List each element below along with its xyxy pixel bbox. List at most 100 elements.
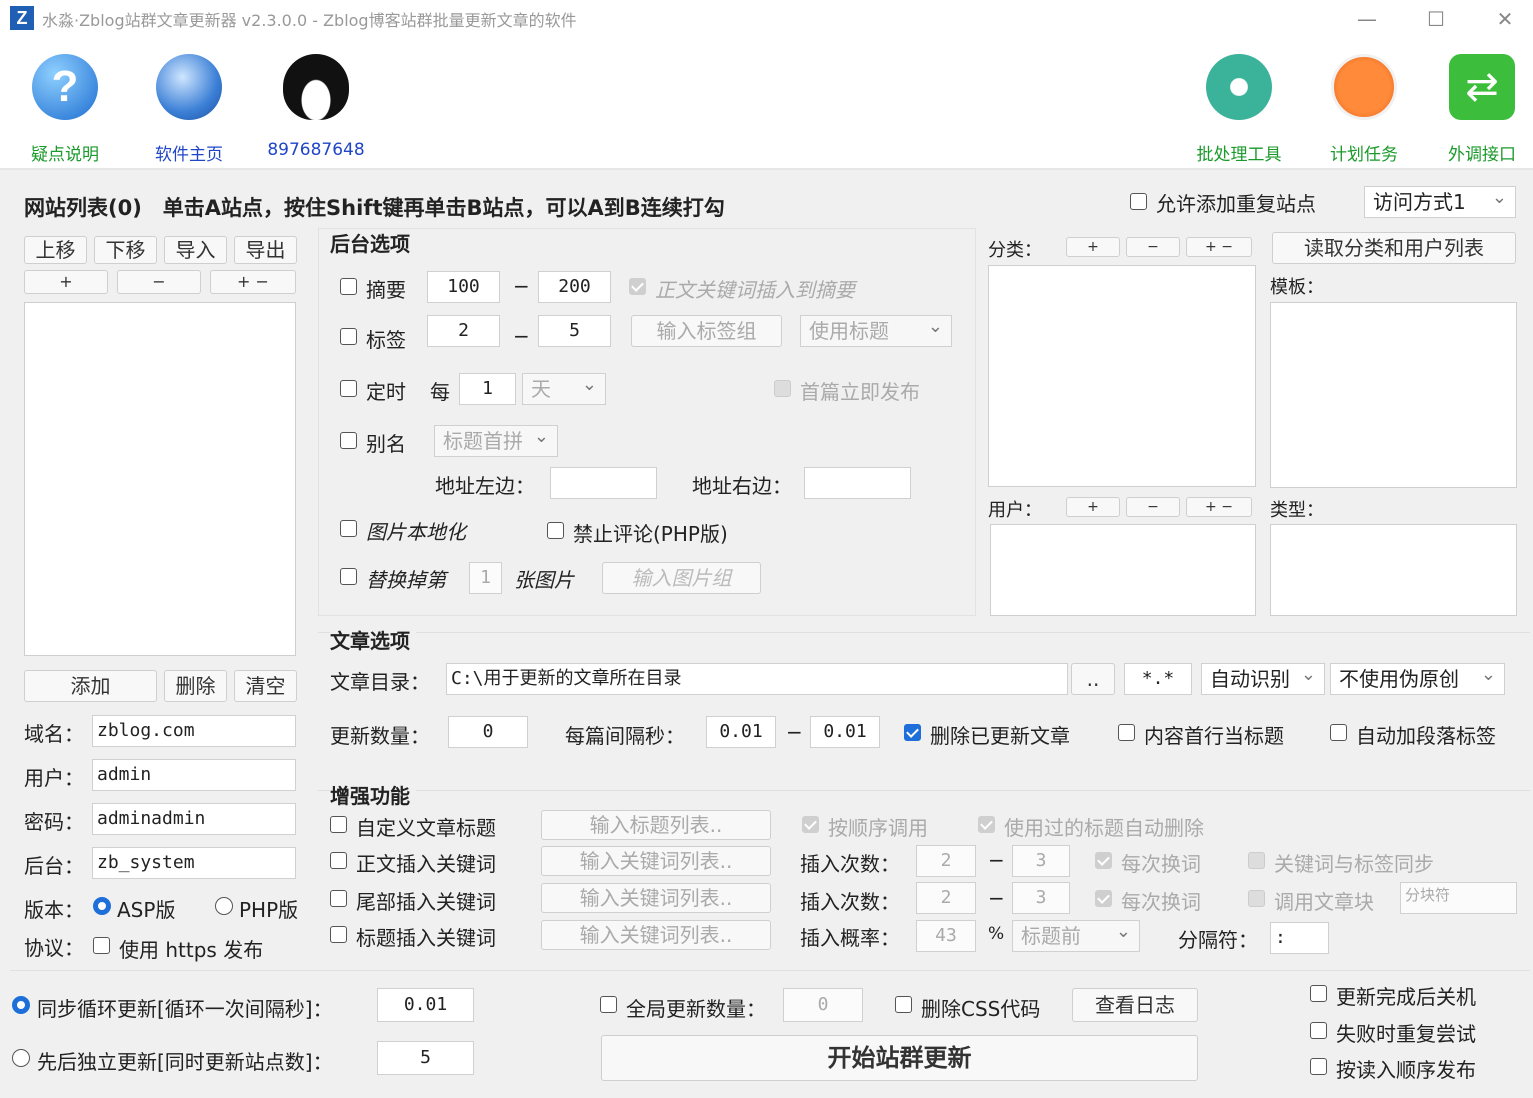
url-right-input[interactable]	[804, 467, 911, 499]
summary-kw-checkbox[interactable]	[629, 278, 646, 295]
article-dir-input[interactable]: C:\用于更新的文章所在目录	[446, 663, 1068, 695]
insert-count-2-max[interactable]: 3	[1012, 882, 1070, 914]
tags-min-input[interactable]: 2	[427, 315, 500, 347]
retry-checkbox[interactable]	[1310, 1022, 1327, 1039]
move-up-button[interactable]: 上移	[24, 236, 87, 264]
sync-loop-radio[interactable]	[12, 996, 30, 1014]
no-comment-checkbox[interactable]	[547, 522, 564, 539]
concurrent-sites-input[interactable]: 5	[377, 1041, 474, 1075]
block-sep-input[interactable]: 分块符	[1400, 882, 1517, 914]
kw-tag-sync-checkbox[interactable]	[1248, 852, 1265, 869]
independent-radio[interactable]	[12, 1049, 30, 1067]
global-count-checkbox[interactable]	[600, 996, 617, 1013]
category-list[interactable]	[988, 265, 1256, 487]
fetch-categories-button[interactable]: 读取分类和用户列表	[1272, 232, 1516, 264]
site-minus-button[interactable]: −	[117, 270, 201, 294]
insert-count-1-min[interactable]: 2	[916, 845, 976, 877]
interval-max-input[interactable]: 0.01	[810, 716, 880, 748]
move-down-button[interactable]: 下移	[94, 236, 157, 264]
php-radio[interactable]	[215, 897, 233, 915]
schedule-tool[interactable]: 计划任务	[1309, 38, 1419, 165]
every-input[interactable]: 1	[459, 373, 516, 405]
unit-select[interactable]: 天	[522, 370, 606, 405]
title-list-button[interactable]: 输入标题列表..	[541, 810, 771, 840]
each-change-1-checkbox[interactable]	[1095, 852, 1112, 869]
close-button[interactable]: ✕	[1485, 4, 1525, 34]
user-plusminus-button[interactable]: + −	[1186, 497, 1252, 517]
file-ext-input[interactable]: *.*	[1124, 663, 1192, 695]
pseudo-original-select[interactable]: 不使用伪原创	[1330, 660, 1505, 695]
del-css-checkbox[interactable]	[895, 996, 912, 1013]
maximize-button[interactable]: ☐	[1416, 4, 1456, 34]
title-kw-checkbox[interactable]	[330, 926, 347, 943]
asp-radio[interactable]	[93, 897, 111, 915]
cat-plus-button[interactable]: +	[1066, 237, 1120, 257]
https-checkbox[interactable]	[93, 937, 110, 954]
help-tool[interactable]: ? 疑点说明	[10, 38, 120, 165]
export-button[interactable]: 导出	[234, 236, 297, 264]
cat-plusminus-button[interactable]: + −	[1186, 237, 1252, 257]
insert-prob-input[interactable]: 43	[916, 920, 976, 952]
tags-checkbox[interactable]	[340, 328, 357, 345]
call-block-checkbox[interactable]	[1248, 890, 1265, 907]
url-left-input[interactable]	[550, 467, 657, 499]
read-order-checkbox[interactable]	[1310, 1058, 1327, 1075]
site-list[interactable]	[24, 302, 296, 656]
replace-checkbox[interactable]	[340, 568, 357, 585]
global-count-input[interactable]: 0	[783, 988, 863, 1022]
first-publish-checkbox[interactable]	[774, 380, 791, 397]
update-count-input[interactable]: 0	[448, 716, 528, 748]
shutdown-checkbox[interactable]	[1310, 985, 1327, 1002]
user-minus-button[interactable]: −	[1126, 497, 1180, 517]
clear-sites-button[interactable]: 清空	[234, 670, 297, 702]
custom-title-checkbox[interactable]	[330, 816, 347, 833]
tag-mode-select[interactable]: 使用标题	[800, 312, 952, 347]
view-log-button[interactable]: 查看日志	[1072, 988, 1198, 1022]
insert-count-2-min[interactable]: 2	[916, 882, 976, 914]
backend-input[interactable]: zb_system	[92, 847, 296, 879]
sync-interval-input[interactable]: 0.01	[377, 988, 474, 1022]
alias-mode-select[interactable]: 标题首拼	[434, 422, 558, 457]
site-plusminus-button[interactable]: + −	[210, 270, 296, 294]
auto-delete-checkbox[interactable]	[978, 816, 995, 833]
start-update-button[interactable]: 开始站群更新	[601, 1035, 1198, 1081]
each-change-2-checkbox[interactable]	[1095, 890, 1112, 907]
template-list[interactable]	[1270, 302, 1517, 488]
alias-checkbox[interactable]	[340, 432, 357, 449]
body-kw-checkbox[interactable]	[330, 852, 347, 869]
site-plus-button[interactable]: +	[24, 270, 108, 294]
interval-min-input[interactable]: 0.01	[706, 716, 776, 748]
home-tool[interactable]: 软件主页	[134, 38, 244, 165]
pic-group-button[interactable]: 输入图片组	[602, 562, 761, 594]
import-button[interactable]: 导入	[164, 236, 227, 264]
domain-input[interactable]: zblog.com	[92, 715, 296, 747]
tail-kw-checkbox[interactable]	[330, 890, 347, 907]
summary-max-input[interactable]: 200	[538, 271, 611, 303]
browse-dir-button[interactable]: ..	[1071, 663, 1115, 695]
password-input[interactable]: adminadmin	[92, 803, 296, 835]
api-tool[interactable]: ⇄ 外调接口	[1427, 38, 1533, 165]
timer-checkbox[interactable]	[340, 380, 357, 397]
access-mode-select[interactable]: 访问方式1	[1364, 183, 1516, 218]
tag-group-button[interactable]: 输入标签组	[631, 315, 782, 347]
sep-input[interactable]: :	[1270, 922, 1329, 954]
auto-p-checkbox[interactable]	[1330, 724, 1347, 741]
kw-position-select[interactable]: 标题前	[1012, 917, 1140, 952]
replace-n-input[interactable]: 1	[469, 562, 502, 594]
users-list[interactable]	[990, 524, 1256, 616]
summary-checkbox[interactable]	[340, 278, 357, 295]
local-img-checkbox[interactable]	[340, 520, 357, 537]
allow-dup-checkbox[interactable]	[1130, 193, 1147, 210]
in-order-checkbox[interactable]	[802, 816, 819, 833]
qq-tool[interactable]: 897687648	[261, 38, 371, 160]
add-site-button[interactable]: 添加	[24, 670, 157, 702]
delete-updated-checkbox[interactable]	[904, 724, 921, 741]
body-kw-list-button[interactable]: 输入关键词列表..	[541, 846, 771, 876]
user-plus-button[interactable]: +	[1066, 497, 1120, 517]
tags-max-input[interactable]: 5	[538, 315, 611, 347]
summary-min-input[interactable]: 100	[427, 271, 500, 303]
batch-tool[interactable]: 批处理工具	[1184, 38, 1294, 165]
type-list[interactable]	[1270, 524, 1517, 616]
minimize-button[interactable]: —	[1347, 4, 1387, 34]
first-line-title-checkbox[interactable]	[1118, 724, 1135, 741]
